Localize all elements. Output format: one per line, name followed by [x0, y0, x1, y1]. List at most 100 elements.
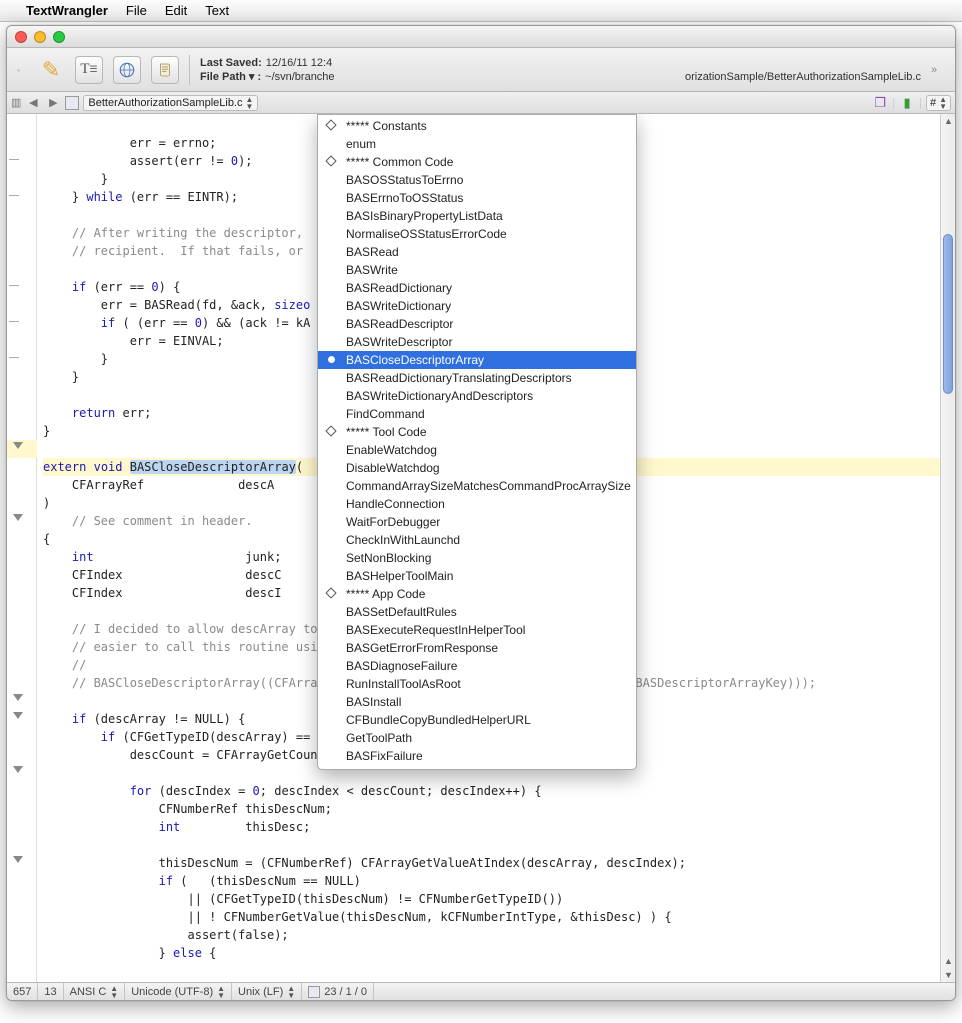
- text-options-button[interactable]: T☰: [75, 56, 103, 84]
- popup-function-item[interactable]: CFBundleCopyBundledHelperURL: [318, 711, 636, 729]
- popup-function-item[interactable]: HandleConnection: [318, 495, 636, 513]
- document-name: BetterAuthorizationSampleLib.c: [88, 97, 242, 109]
- close-button[interactable]: [15, 31, 27, 43]
- popup-item-label: CommandArraySizeMatchesCommandProcArrayS…: [346, 479, 631, 493]
- popup-function-item[interactable]: BASDiagnoseFailure: [318, 657, 636, 675]
- popup-function-item[interactable]: BASGetErrorFromResponse: [318, 639, 636, 657]
- popup-item-label: HandleConnection: [346, 497, 445, 511]
- os-menubar: TextWrangler File Edit Text: [0, 0, 962, 22]
- popup-item-label: FindCommand: [346, 407, 425, 421]
- edit-icon[interactable]: ✎: [37, 56, 65, 84]
- popup-function-item[interactable]: CommandArraySizeMatchesCommandProcArrayS…: [318, 477, 636, 495]
- nav-back-button[interactable]: ◀: [25, 96, 41, 109]
- popup-function-item[interactable]: FindCommand: [318, 405, 636, 423]
- nav-forward-button[interactable]: ▶: [45, 96, 61, 109]
- popup-function-item[interactable]: BASSetDefaultRules: [318, 603, 636, 621]
- popup-function-item[interactable]: NormaliseOSStatusErrorCode: [318, 225, 636, 243]
- function-popup-menu: ***** Constants enum***** Common Code BASO…: [317, 114, 637, 770]
- popup-function-item[interactable]: BASInstall: [318, 693, 636, 711]
- popup-function-item[interactable]: BASReadDescriptor: [318, 315, 636, 333]
- scripts-button[interactable]: [151, 56, 179, 84]
- popup-item-label: RunInstallToolAsRoot: [346, 677, 461, 691]
- popup-function-item[interactable]: BASWriteDictionary: [318, 297, 636, 315]
- popup-function-item[interactable]: BASWriteDictionaryAndDescriptors: [318, 387, 636, 405]
- fold-triangle-icon[interactable]: [13, 712, 23, 719]
- cursor-line: 657: [7, 983, 38, 1000]
- popup-item-label: BASDiagnoseFailure: [346, 659, 457, 673]
- popup-item-label: BASRead: [346, 245, 399, 259]
- book-icon[interactable]: ❐: [872, 95, 888, 111]
- popup-function-item[interactable]: BASCloseDescriptorArray: [318, 351, 636, 369]
- vertical-scrollbar[interactable]: ▲ ▲ ▼: [940, 114, 955, 982]
- toolbar-overflow-icon[interactable]: »: [931, 64, 945, 76]
- diamond-icon: [325, 425, 336, 436]
- popup-function-item[interactable]: BASOSStatusToErrno: [318, 171, 636, 189]
- minimize-button[interactable]: [34, 31, 46, 43]
- popup-section-header[interactable]: ***** Common Code: [318, 153, 636, 171]
- encoding-selector[interactable]: Unicode (UTF-8)▲▼: [125, 983, 232, 1000]
- popup-item-label: ***** Tool Code: [346, 425, 427, 439]
- marker-selector[interactable]: # ▲▼: [926, 95, 951, 111]
- popup-function-item[interactable]: BASHelperToolMain: [318, 567, 636, 585]
- toolbar: ◦ ✎ T☰ Last Saved: 12/16/11 12:4 File Pa…: [7, 48, 955, 92]
- popup-item-label: BASInstall: [346, 695, 401, 709]
- scroll-up-icon[interactable]: ▲: [944, 116, 953, 126]
- html-preview-button[interactable]: [113, 56, 141, 84]
- popup-item-label: BASWriteDescriptor: [346, 335, 452, 349]
- toolbar-grip: ◦: [17, 65, 27, 75]
- popup-function-item[interactable]: WaitForDebugger: [318, 513, 636, 531]
- tab-bar: ▥ ◀ ▶ BetterAuthorizationSampleLib.c ▲▼ …: [7, 92, 955, 114]
- popup-function-item[interactable]: BASWrite: [318, 261, 636, 279]
- popup-function-item[interactable]: GetToolPath: [318, 729, 636, 747]
- document-selector[interactable]: BetterAuthorizationSampleLib.c ▲▼: [83, 95, 258, 111]
- popup-item-label: ***** Constants: [346, 119, 427, 133]
- flag-icon[interactable]: ▮: [899, 95, 915, 111]
- popup-item-label: BASExecuteRequestInHelperTool: [346, 623, 525, 637]
- scroll-down-icon[interactable]: ▼: [944, 970, 953, 980]
- lineending-selector[interactable]: Unix (LF)▲▼: [232, 983, 302, 1000]
- gutter[interactable]: [7, 114, 37, 982]
- menu-text[interactable]: Text: [205, 3, 229, 18]
- fold-triangle-icon[interactable]: [13, 442, 23, 449]
- popup-item-label: BASOSStatusToErrno: [346, 173, 463, 187]
- popup-function-item[interactable]: BASIsBinaryPropertyListData: [318, 207, 636, 225]
- file-path-label[interactable]: File Path ▾ :: [200, 70, 261, 84]
- popup-item-label: BASWriteDictionary: [346, 299, 451, 313]
- popup-function-item[interactable]: BASWriteDescriptor: [318, 333, 636, 351]
- popup-function-item[interactable]: BASReadDictionary: [318, 279, 636, 297]
- popup-item-label: NormaliseOSStatusErrorCode: [346, 227, 507, 241]
- language-selector[interactable]: ANSI C▲▼: [64, 983, 126, 1000]
- popup-item-label: ***** App Code: [346, 587, 425, 601]
- popup-section-header[interactable]: ***** App Code: [318, 585, 636, 603]
- fold-triangle-icon[interactable]: [13, 766, 23, 773]
- popup-function-item[interactable]: BASReadDictionaryTranslatingDescriptors: [318, 369, 636, 387]
- popup-function-item[interactable]: EnableWatchdog: [318, 441, 636, 459]
- menu-file[interactable]: File: [126, 3, 147, 18]
- fold-triangle-icon[interactable]: [13, 514, 23, 521]
- fold-triangle-icon[interactable]: [13, 856, 23, 863]
- popup-function-item[interactable]: enum: [318, 135, 636, 153]
- diamond-icon: [325, 155, 336, 166]
- popup-function-item[interactable]: BASFixFailure: [318, 747, 636, 765]
- menu-edit[interactable]: Edit: [165, 3, 187, 18]
- scroll-up2-icon[interactable]: ▲: [944, 956, 953, 966]
- popup-item-label: WaitForDebugger: [346, 515, 440, 529]
- popup-item-label: BASSetDefaultRules: [346, 605, 457, 619]
- popup-section-header[interactable]: ***** Constants: [318, 117, 636, 135]
- app-menu[interactable]: TextWrangler: [26, 3, 108, 18]
- popup-item-label: BASIsBinaryPropertyListData: [346, 209, 503, 223]
- popup-item-label: BASWrite: [346, 263, 398, 277]
- scrollbar-thumb[interactable]: [943, 234, 953, 394]
- popup-function-item[interactable]: SetNonBlocking: [318, 549, 636, 567]
- popup-function-item[interactable]: BASErrnoToOSStatus: [318, 189, 636, 207]
- hash-label: #: [930, 97, 936, 109]
- sidebar-toggle-icon[interactable]: ▥: [11, 96, 21, 109]
- popup-function-item[interactable]: DisableWatchdog: [318, 459, 636, 477]
- popup-section-header[interactable]: ***** Tool Code: [318, 423, 636, 441]
- popup-function-item[interactable]: BASExecuteRequestInHelperTool: [318, 621, 636, 639]
- zoom-button[interactable]: [53, 31, 65, 43]
- popup-function-item[interactable]: CheckInWithLaunchd: [318, 531, 636, 549]
- popup-function-item[interactable]: RunInstallToolAsRoot: [318, 675, 636, 693]
- fold-triangle-icon[interactable]: [13, 694, 23, 701]
- popup-function-item[interactable]: BASRead: [318, 243, 636, 261]
